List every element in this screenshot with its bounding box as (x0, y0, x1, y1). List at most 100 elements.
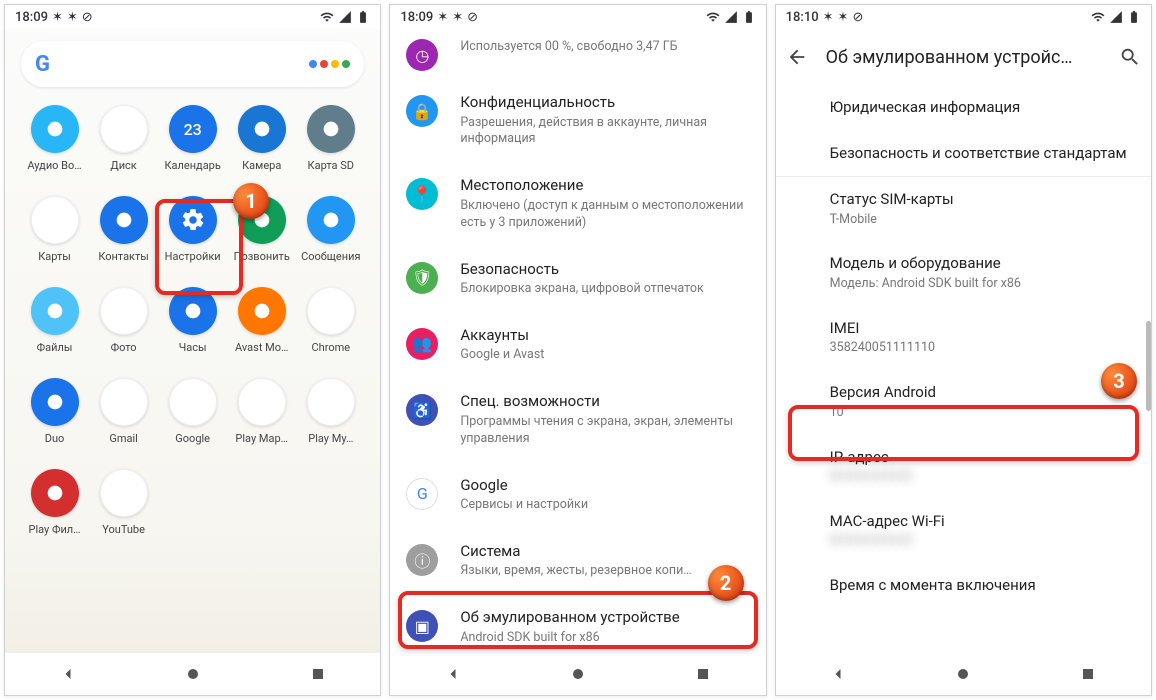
setting-title: Google (460, 476, 747, 496)
nav-home-icon[interactable] (183, 664, 203, 684)
app-playm[interactable]: Play Му… (297, 378, 364, 445)
setting-row[interactable]: GGoogleСервисы и настройки (390, 462, 765, 528)
setting-icon: 📍 (406, 178, 438, 210)
app-label: Duo (45, 432, 65, 445)
about-scroll[interactable]: Юридическая информацияБезопасность и соо… (776, 85, 1151, 653)
app-label: Chrome (311, 341, 350, 354)
setting-icon: ⓘ (406, 544, 438, 576)
app-label: Карта SD (308, 159, 354, 172)
status-notif-icon: ✶ (823, 10, 834, 25)
setting-row[interactable]: 📍МестоположениеВключено (доступ к данным… (390, 162, 765, 245)
play-icon (238, 378, 286, 426)
app-label: Фото (111, 341, 137, 354)
app-contacts[interactable]: Контакты (90, 196, 157, 263)
about-sub: 10 (830, 405, 1133, 422)
battery-icon (356, 10, 370, 24)
setting-row[interactable]: 🔒КонфиденциальностьРазрешения, действия … (390, 79, 765, 162)
app-sd[interactable]: Карта SD (297, 105, 364, 172)
about-sub: Модель: Android SDK built for x86 (830, 276, 1133, 293)
app-drive[interactable]: Диск (90, 105, 157, 172)
settings-scroll[interactable]: ◷ Используется 00 %, свободно 3,47 ГБ 🔒К… (390, 29, 765, 653)
nav-home-icon[interactable] (568, 664, 588, 684)
search-icon[interactable] (1119, 46, 1141, 68)
nav-back-icon[interactable] (828, 664, 848, 684)
setting-row[interactable]: ▣Об эмулированном устройствеAndroid SDK … (390, 594, 765, 653)
assistant-icon[interactable] (309, 60, 350, 68)
app-chrome[interactable]: Chrome (297, 287, 364, 354)
about-title: Модель и оборудование (830, 254, 1133, 274)
about-title: IMEI (830, 319, 1133, 339)
about-row[interactable]: Безопасность и соответствие стандартам (776, 131, 1151, 177)
about-row[interactable]: MAC-адрес Wi-Fi00:00:00:00:00 (776, 499, 1151, 563)
status-time: 18:09 (15, 10, 48, 25)
nav-back-icon[interactable] (443, 664, 463, 684)
setting-icon: 👥 (406, 328, 438, 360)
setting-icon: G (406, 478, 438, 510)
status-time: 18:09 (400, 10, 433, 25)
playm-icon (307, 378, 355, 426)
app-duo[interactable]: Duo (21, 378, 88, 445)
signal-icon (1109, 10, 1123, 24)
setting-row[interactable]: 🛡БезопасностьБлокировка экрана, цифровой… (390, 246, 765, 312)
about-row[interactable]: Время с момента включения (776, 563, 1151, 609)
setting-sub: Блокировка экрана, цифровой отпечаток (460, 281, 747, 298)
wifi-icon (706, 10, 720, 24)
search-bar[interactable]: G (21, 41, 364, 87)
sms-icon (307, 196, 355, 244)
about-row[interactable]: Статус SIM-картыT-Mobile (776, 177, 1151, 241)
status-notif-icon: ✶ (437, 10, 448, 25)
app-play[interactable]: Play Мар… (228, 378, 295, 445)
app-files[interactable]: Файлы (21, 287, 88, 354)
about-title: Версия Android (830, 383, 1133, 403)
setting-title: Аккаунты (460, 326, 747, 346)
app-playf[interactable]: Play Фил… (21, 469, 88, 536)
about-row[interactable]: IP-адрес00:00:00:00:00 (776, 435, 1151, 499)
app-sms[interactable]: Сообщения (297, 196, 364, 263)
setting-row-storage-partial[interactable]: ◷ Используется 00 %, свободно 3,47 ГБ (390, 33, 765, 79)
wifi-icon (320, 10, 334, 24)
app-clock[interactable]: Часы (159, 287, 226, 354)
app-cal[interactable]: 23Календарь (159, 105, 226, 172)
app-label: YouTube (102, 523, 145, 536)
app-label: Play Фил… (29, 523, 81, 536)
back-arrow-icon[interactable] (786, 46, 808, 68)
about-row[interactable]: Версия Android 10 (776, 370, 1151, 434)
playf-icon (31, 469, 79, 517)
app-google[interactable]: Google (159, 378, 226, 445)
status-notif-icon: ✶ (838, 10, 849, 25)
app-photos[interactable]: Фото (90, 287, 157, 354)
app-camera[interactable]: Камера (228, 105, 295, 172)
status-notif-icon: ⊘ (467, 10, 478, 25)
about-row[interactable]: IMEI358240051111110 (776, 306, 1151, 370)
app-label: Аудио Во… (27, 159, 81, 172)
nav-back-icon[interactable] (58, 664, 78, 684)
app-drawer[interactable]: G Аудио Во… Диск23КалендарьКамера Карта SD… (5, 29, 380, 653)
setting-row[interactable]: ♿Спец. возможностиПрограммы чтения с экр… (390, 378, 765, 461)
app-gmail[interactable]: Gmail (90, 378, 157, 445)
nav-home-icon[interactable] (953, 664, 973, 684)
step-badge-2: 2 (708, 565, 744, 601)
scrollbar-thumb[interactable] (1146, 321, 1151, 411)
setting-row[interactable]: 👥АккаунтыGoogle и Avast (390, 312, 765, 378)
status-left: 18:09 ✶ ✶ ⊘ (15, 10, 93, 25)
nav-recent-icon[interactable] (1078, 664, 1098, 684)
setting-sub: Разрешения, действия в аккаунте, личная … (460, 115, 747, 149)
app-yt[interactable]: YouTube (90, 469, 157, 536)
setting-sub: Включено (доступ к данным о местоположен… (460, 198, 747, 232)
step-badge-3: 3 (1101, 363, 1137, 399)
about-row[interactable]: Модель и оборудование Модель: Android SDK… (776, 241, 1151, 305)
app-avast[interactable]: Avast Mo… (228, 287, 295, 354)
setting-title: Об эмулированном устройстве (460, 608, 747, 628)
app-label: Сообщения (301, 250, 360, 263)
nav-bar (776, 653, 1151, 695)
phone-about-device: 18:10 ✶✶⊘ Об эмулированном устройс… Юрид… (775, 4, 1152, 696)
nav-recent-icon[interactable] (693, 664, 713, 684)
app-maps[interactable]: Карты (21, 196, 88, 263)
app-settings[interactable]: Настройки (159, 196, 226, 263)
app-audio[interactable]: Аудио Во… (21, 105, 88, 172)
nav-recent-icon[interactable] (308, 664, 328, 684)
setting-title: Спец. возможности (460, 392, 747, 412)
about-row[interactable]: Юридическая информация (776, 85, 1151, 131)
status-time: 18:10 (786, 10, 819, 25)
app-label: Файлы (37, 341, 73, 354)
